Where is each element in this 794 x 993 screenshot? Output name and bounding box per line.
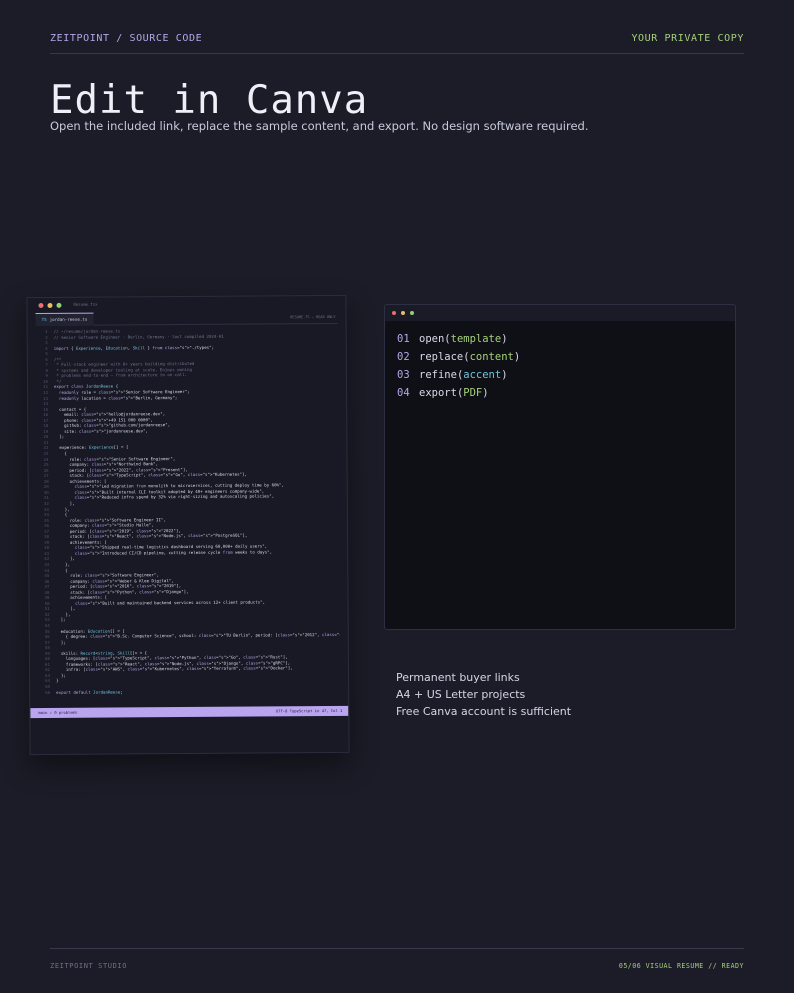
terminal-command: 03refine(accent) [397,369,508,381]
code-text: achievements: [ [55,539,107,544]
code-text: /** [54,357,61,362]
code-text: import { Experience, Education, Skill } … [54,344,214,350]
code-text: github: class="s">"github.com/jordanrees… [54,422,170,428]
feature-item: A4 + US Letter projects [396,688,525,701]
code-text: // Senior Software Engineer · Berlin, Ge… [54,333,224,339]
terminal-window: 01open(template) 02replace(content) 03re… [384,304,736,630]
minimize-window-icon[interactable] [47,303,52,308]
code-text: { [55,567,67,572]
terminal-titlebar [385,305,735,321]
code-editor-window: Resume.tsx TSjordan-reese.ts RESUME.TS —… [26,295,349,755]
branch-status[interactable]: main ✓ 0 problems [38,708,77,718]
code-text: ], [56,606,76,611]
code-text: { [54,451,66,456]
code-text: }, [55,506,70,511]
close-window-icon[interactable] [392,311,396,315]
code-text: * problems end-to-end — from architectur… [54,372,187,378]
code-text: achievements: [ [55,478,107,483]
footer: ZEITPOINT STUDIO 05/06 VISUAL RESUME // … [50,948,744,993]
code-text: ], [55,501,75,506]
code-text: stack: [class="s">"Python", class="s">"D… [55,589,188,595]
code-text: experience: Experience[] = [ [54,445,128,451]
code-text: }, [55,562,70,567]
code-area[interactable]: 1// ~/resume/jordan-reese.ts2// Senior S… [36,327,341,707]
code-line: 66 export default JordanReese; [38,687,340,695]
maximize-window-icon[interactable] [56,303,61,308]
tab-jordan-reese[interactable]: TSjordan-reese.ts [36,313,94,326]
top-bar: ZEITPOINT / SOURCE CODE YOUR PRIVATE COP… [50,0,744,54]
maximize-window-icon[interactable] [410,311,414,315]
code-text: achievements: [ [55,595,107,600]
private-copy-label: YOUR PRIVATE COPY [631,33,744,44]
footer-page-status: 05/06 VISUAL RESUME // READY [619,962,744,970]
code-text: site: class="s">"jordanreese.dev", [54,428,148,434]
page-subtitle: Open the included link, replace the samp… [50,119,588,133]
code-text: infra: [class="s">"AWS", class="s">"Kube… [56,666,293,673]
editor-tab-bar: TSjordan-reese.ts RESUME.TS — READ ONLY [36,311,338,326]
editor-window-title: Resume.tsx [73,302,97,307]
terminal-command: 04export(PDF) [397,387,489,399]
minimize-window-icon[interactable] [401,311,405,315]
close-window-icon[interactable] [38,303,43,308]
page-title: Edit in Canva [50,78,368,123]
footer-studio: ZEITPOINT STUDIO [50,962,127,970]
code-text: }; [54,434,64,439]
terminal-command: 02replace(content) [397,351,520,363]
file-ts-icon: TS [42,317,47,322]
code-text: { [55,512,67,517]
code-text: ], [55,556,75,561]
code-text: } [56,678,59,683]
code-text: export default JordanReese; [56,689,123,694]
brand-breadcrumb: ZEITPOINT / SOURCE CODE [50,33,202,44]
code-text: readonly location = class="s">"Berlin, G… [54,395,177,401]
code-text: stack: [class="s">"TypeScript", class="s… [55,472,247,478]
code-text: ]; [56,617,66,622]
line-number: 66 [38,690,50,696]
code-text: class="s">"Reduced infra spend by 32% vi… [55,494,274,501]
tab-label: jordan-reese.ts [50,317,88,322]
code-text: }, [56,612,71,617]
file-info-status: UTF-8 TypeScript Ln 47, Col 1 [276,706,342,716]
feature-item: Permanent buyer links [396,671,520,684]
code-text: */ [54,379,61,384]
editor-readonly-status: RESUME.TS — READ ONLY [290,315,335,319]
code-text: ]; [56,639,66,644]
code-text: }; [56,673,66,678]
editor-status-bar: main ✓ 0 problems UTF-8 TypeScript Ln 47… [30,706,348,718]
terminal-command: 01open(template) [397,333,508,345]
code-text: contact = { [54,406,86,411]
code-text: stack: [class="s">"React", class="s">"No… [55,533,247,539]
feature-item: Free Canva account is sufficient [396,705,571,718]
